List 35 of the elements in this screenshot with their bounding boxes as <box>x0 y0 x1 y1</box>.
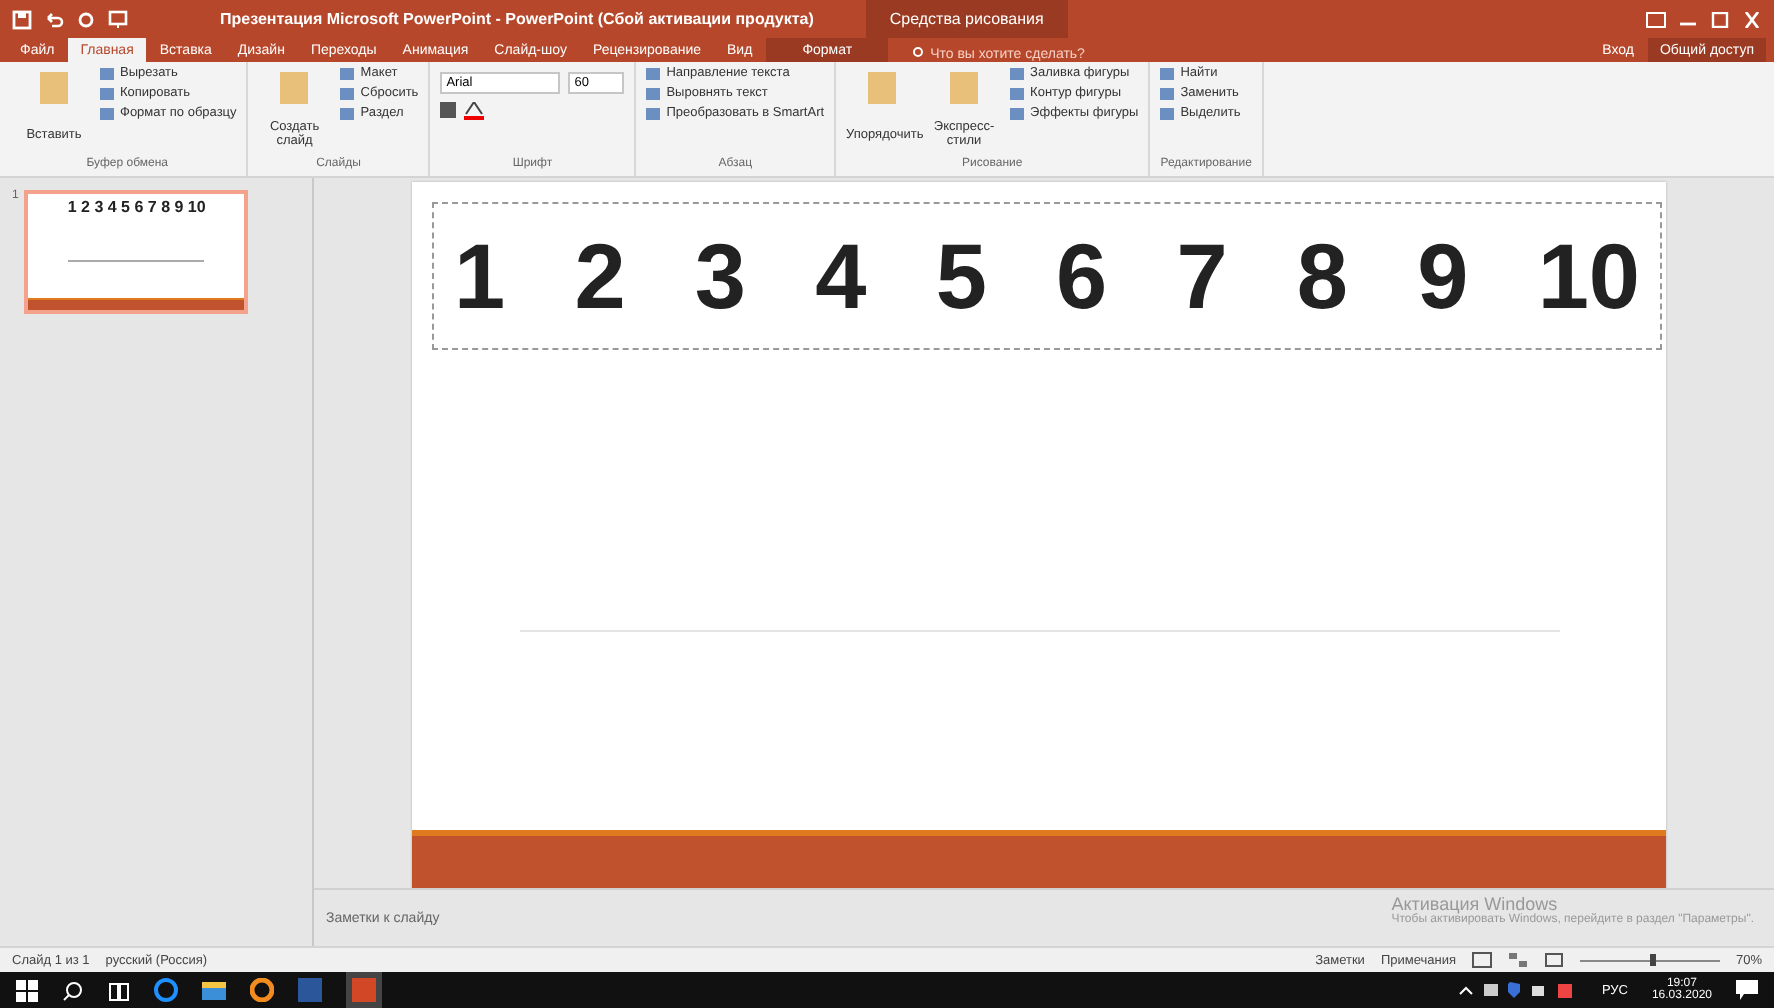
slide-number-text: 7 <box>1176 222 1228 330</box>
window-title: Презентация Microsoft PowerPoint - PowerPoint (Сбой активации продукта) <box>220 10 814 28</box>
slide-number-text: 10 <box>1537 222 1640 330</box>
browser-icon[interactable] <box>154 978 178 1002</box>
slide-number-text: 1 <box>454 222 506 330</box>
slide-number-text: 2 <box>574 222 626 330</box>
reading-view-icon[interactable] <box>1543 952 1564 968</box>
notifications-icon[interactable] <box>1736 980 1758 1000</box>
slideshow-icon[interactable] <box>108 9 128 29</box>
close-icon[interactable] <box>1742 11 1762 27</box>
start-icon[interactable] <box>16 979 38 1001</box>
thumbnail-text: 1 2 3 4 5 6 7 8 9 10 <box>67 196 206 216</box>
save-icon[interactable] <box>12 9 32 29</box>
slide-number-text: 3 <box>694 222 746 330</box>
slide-number-text: 5 <box>935 222 987 330</box>
slide-number-text: 8 <box>1296 222 1349 330</box>
browser-icon[interactable] <box>250 978 274 1002</box>
task-view-icon[interactable] <box>108 979 130 1001</box>
activation-title: Активация Windows <box>1391 894 1558 914</box>
ribbon-options-icon[interactable] <box>1646 11 1666 27</box>
undo-icon[interactable] <box>44 9 64 29</box>
normal-view-icon[interactable] <box>1471 952 1492 968</box>
slide-number-text: 9 <box>1417 222 1469 330</box>
tray-icons-drawing[interactable] <box>1457 980 1578 1000</box>
slide-number-text: 4 <box>815 222 867 330</box>
text-box[interactable]: 1 2 3 4 5 6 7 8 9 10 <box>432 202 1662 350</box>
slide-thumbnail[interactable]: 1 2 3 4 5 6 7 8 9 10 <box>24 190 249 314</box>
font-color-icon[interactable] <box>464 102 485 120</box>
context-tab-group: Средства рисования <box>865 0 1068 38</box>
search-icon[interactable] <box>62 979 84 1001</box>
folder-icon[interactable] <box>202 978 226 1002</box>
sorter-view-icon[interactable] <box>1507 952 1528 968</box>
maximize-icon[interactable] <box>1710 11 1730 27</box>
slide-number-text: 6 <box>1056 222 1108 330</box>
bold-icon[interactable] <box>440 102 457 120</box>
